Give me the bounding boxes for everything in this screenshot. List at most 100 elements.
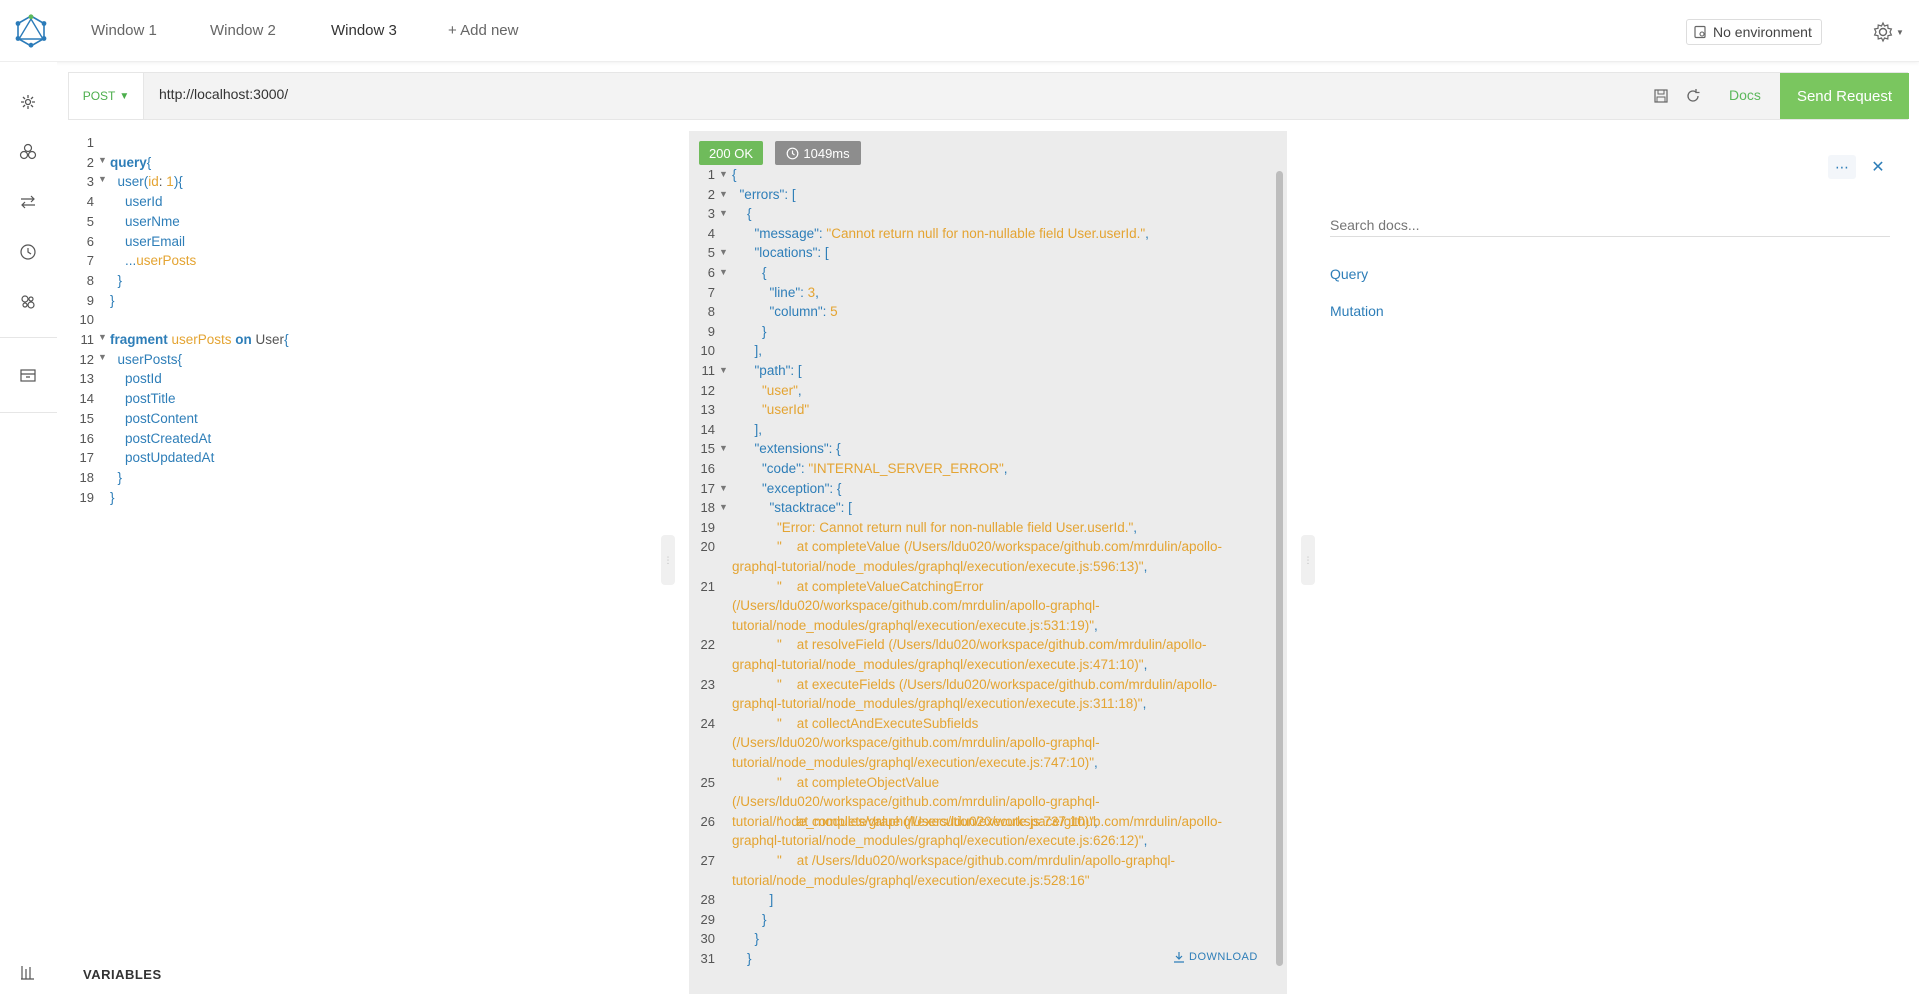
line-number: 20 xyxy=(700,539,715,555)
code-text: userPosts{ xyxy=(110,351,183,367)
json-text: " at completeValueCatchingError (/Users/… xyxy=(732,578,1100,633)
json-text: { xyxy=(732,167,737,182)
line-number: 8 xyxy=(707,304,715,320)
line-number: 1 xyxy=(707,167,715,182)
code-text: postId xyxy=(110,371,162,387)
clock-icon xyxy=(786,147,799,159)
line-number: 1 xyxy=(86,135,94,150)
line-number: 6 xyxy=(86,233,94,249)
method-selector[interactable]: POST ▼ xyxy=(69,73,144,119)
variables-toggle[interactable]: VARIABLES xyxy=(83,967,162,982)
fold-toggle-icon[interactable]: ▼ xyxy=(719,204,728,224)
fold-toggle-icon[interactable]: ▼ xyxy=(719,263,728,283)
line-number: 18 xyxy=(79,469,94,485)
stats-icon[interactable] xyxy=(18,962,38,982)
response-time-badge: 1049ms xyxy=(775,141,861,165)
json-text: " at completeValue (/Users/ldu020/worksp… xyxy=(732,813,1223,849)
json-text: "errors": [ xyxy=(732,186,796,202)
line-number: 24 xyxy=(700,715,715,731)
code-text: userNme xyxy=(110,213,180,229)
download-icon xyxy=(1174,952,1184,963)
json-text: "Error: Cannot return null for non-nulla… xyxy=(732,519,1138,535)
caret-down-icon: ▼ xyxy=(119,90,130,102)
query-editor[interactable]: 1 2 ▼ query{3 ▼ user(id: 1){4 userId 5 userNm… xyxy=(68,135,658,515)
line-number: 11 xyxy=(80,332,95,347)
line-number: 5 xyxy=(707,245,715,261)
graphql-logo-icon xyxy=(15,14,47,48)
method-label: POST xyxy=(82,89,116,103)
line-number: 13 xyxy=(79,371,94,387)
fold-toggle-icon[interactable]: ▼ xyxy=(98,174,107,184)
line-number: 28 xyxy=(700,892,715,908)
response-time-label: 1049ms xyxy=(803,145,850,161)
fold-toggle-icon[interactable]: ▼ xyxy=(98,332,107,342)
line-number: 7 xyxy=(707,284,715,300)
line-number: 30 xyxy=(700,931,715,947)
fold-toggle-icon[interactable]: ▼ xyxy=(719,243,728,263)
line-number: 17 xyxy=(79,450,94,466)
line-number: 9 xyxy=(86,292,94,308)
line-number: 13 xyxy=(700,402,715,418)
fold-toggle-icon[interactable]: ▼ xyxy=(719,165,728,185)
pane-resize-handle[interactable]: ⋮ xyxy=(1301,535,1315,585)
save-icon[interactable] xyxy=(1652,87,1670,105)
url-input[interactable] xyxy=(159,86,1559,102)
line-number: 10 xyxy=(700,343,715,359)
result-scrollbar[interactable] xyxy=(1276,171,1283,966)
request-bar: POST ▼ Docs Send Request xyxy=(68,72,1909,120)
collections-icon[interactable] xyxy=(18,142,38,162)
code-text: postCreatedAt xyxy=(110,430,212,446)
top-bar: Window 1 Window 2 Window 3 + Add new No … xyxy=(0,0,1919,62)
json-text: "user", xyxy=(732,382,802,398)
docs-link-query[interactable]: Query xyxy=(1330,266,1368,282)
gear-icon[interactable] xyxy=(18,92,38,112)
line-number: 19 xyxy=(700,519,715,535)
line-number: 29 xyxy=(700,911,715,927)
fold-toggle-icon[interactable]: ▼ xyxy=(98,352,107,362)
json-text: } xyxy=(732,931,760,947)
json-text: " at /Users/ldu020/workspace/github.com/… xyxy=(732,853,1176,888)
line-number: 19 xyxy=(79,489,94,505)
sidebar-divider xyxy=(0,412,57,413)
pane-resize-handle[interactable]: ⋮ xyxy=(661,535,675,585)
json-text: "column": 5 xyxy=(732,304,838,320)
line-number: 4 xyxy=(707,225,715,241)
plugins-icon[interactable] xyxy=(18,292,38,312)
fold-toggle-icon[interactable]: ▼ xyxy=(719,361,728,381)
fold-toggle-icon[interactable]: ▼ xyxy=(719,439,728,459)
line-number: 5 xyxy=(86,213,94,229)
line-number: 10 xyxy=(79,312,94,328)
tab-window-1[interactable]: Window 1 xyxy=(91,22,157,39)
docs-button[interactable]: Docs xyxy=(1729,87,1761,103)
line-number: 23 xyxy=(700,676,715,692)
settings-button[interactable]: ▼ xyxy=(1872,19,1908,45)
download-button[interactable]: DOWNLOAD xyxy=(1173,951,1258,963)
line-number: 8 xyxy=(86,272,94,288)
code-text: fragment userPosts on User{ xyxy=(110,332,289,347)
line-number: 25 xyxy=(700,774,715,790)
json-text: ] xyxy=(732,892,774,908)
archive-icon[interactable] xyxy=(18,365,38,385)
fold-toggle-icon[interactable]: ▼ xyxy=(98,155,107,165)
docs-link-mutation[interactable]: Mutation xyxy=(1330,303,1384,319)
swap-icon[interactable] xyxy=(18,192,38,212)
fold-toggle-icon[interactable]: ▼ xyxy=(719,185,728,205)
environment-selector[interactable]: No environment xyxy=(1686,19,1822,45)
fold-toggle-icon[interactable]: ▼ xyxy=(719,498,728,518)
docs-search-input[interactable] xyxy=(1330,213,1890,237)
tab-window-3[interactable]: Window 3 xyxy=(331,22,397,39)
environment-icon xyxy=(1694,25,1706,39)
history-icon[interactable] xyxy=(18,242,38,262)
json-text: " at completeValue (/Users/ldu020/worksp… xyxy=(732,539,1223,574)
line-number: 2 xyxy=(707,186,715,202)
code-text: postTitle xyxy=(110,391,176,407)
line-number: 15 xyxy=(700,441,715,457)
line-number: 17 xyxy=(700,480,715,496)
fold-toggle-icon[interactable]: ▼ xyxy=(719,479,728,499)
line-number: 9 xyxy=(707,323,715,339)
send-request-button[interactable]: Send Request xyxy=(1780,73,1909,119)
refresh-icon[interactable] xyxy=(1684,87,1702,105)
json-text: "code": "INTERNAL_SERVER_ERROR", xyxy=(732,461,1008,476)
add-new-tab-button[interactable]: + Add new xyxy=(448,22,518,39)
tab-window-2[interactable]: Window 2 xyxy=(210,22,276,39)
